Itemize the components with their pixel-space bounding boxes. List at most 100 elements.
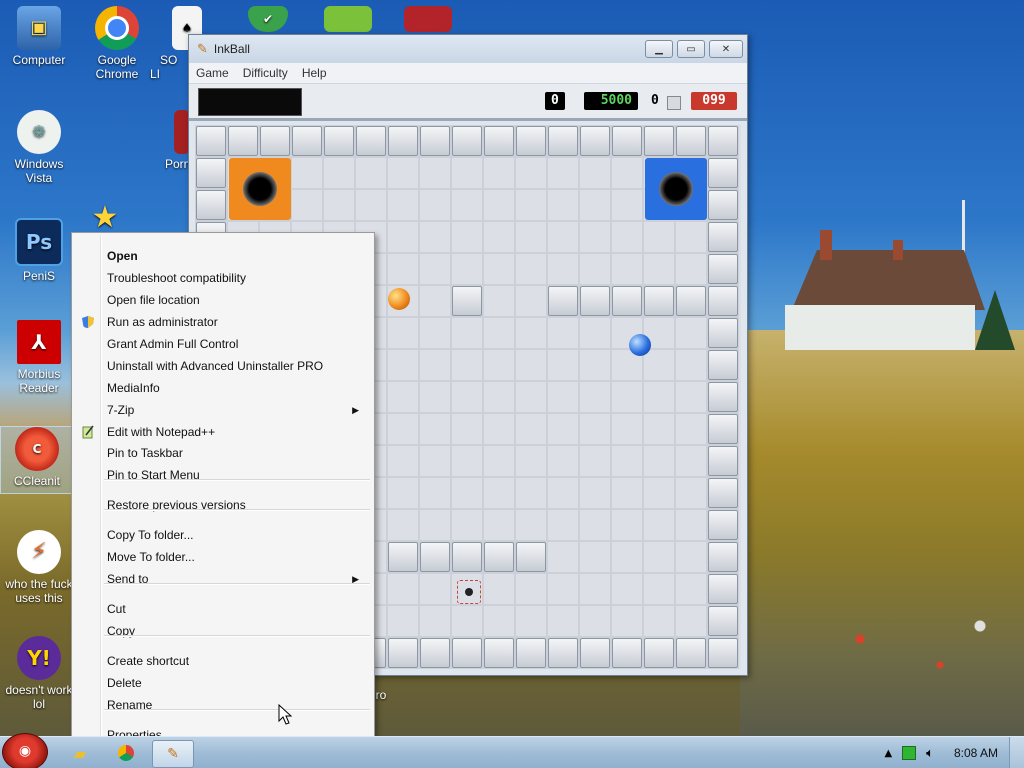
bird-icon	[404, 6, 452, 32]
volume-icon[interactable]: 🔈︎	[926, 746, 934, 761]
desktop-icon-star[interactable]: ★	[80, 200, 130, 235]
menu-item-troubleshoot-compatibility[interactable]: Troubleshoot compatibility	[75, 267, 369, 289]
desktop-icon-label: PeniS	[22, 269, 56, 283]
menu-help[interactable]: Help	[295, 66, 334, 80]
close-button[interactable]: ✕	[709, 40, 743, 58]
menu-item-pin-to-start-menu[interactable]: Pin to Start Menu	[75, 464, 369, 486]
menu-item-mediainfo[interactable]: MediaInfo	[75, 377, 369, 399]
menu-bar: Game Difficulty Help	[189, 63, 747, 84]
network-icon[interactable]	[902, 746, 917, 760]
board-cell	[291, 189, 323, 221]
desktop-icon-angry-birds[interactable]	[318, 6, 378, 35]
wall-block	[356, 126, 386, 156]
board-cell	[547, 445, 579, 477]
menu-item-send-to[interactable]: Send to ▶	[75, 568, 369, 590]
wall-block	[484, 638, 514, 668]
menu-item-open[interactable]: Open	[75, 245, 369, 267]
desktop-icon-game[interactable]	[398, 6, 458, 35]
desktop-icon-shield[interactable]: ✔	[238, 6, 298, 35]
board-cell	[387, 509, 419, 541]
desktop-icon-chrome[interactable]: Google Chrome	[78, 6, 156, 81]
minimize-button[interactable]: ▁	[645, 40, 673, 58]
menu-item-cut[interactable]: Cut	[75, 598, 369, 620]
menu-item-grant-admin-full-control[interactable]: Grant Admin Full Control	[75, 333, 369, 355]
menu-item-restore-previous-versions[interactable]: Restore previous versions	[75, 494, 369, 516]
board-cell	[419, 285, 451, 317]
board-cell	[483, 573, 515, 605]
wall-block	[676, 638, 706, 668]
star-icon: ★	[91, 200, 119, 235]
clock[interactable]: 8:08 AM	[954, 746, 998, 760]
menu-item-run-as-administrator[interactable]: Run as administrator	[75, 311, 369, 333]
ccleaner-icon: C	[15, 427, 59, 471]
taskbar-explorer-button[interactable]: ▰	[60, 740, 100, 766]
board-cell	[643, 381, 675, 413]
start-button[interactable]: ◉	[2, 733, 48, 768]
board-cell	[643, 509, 675, 541]
wall-block	[452, 126, 482, 156]
gray-hole	[457, 580, 481, 604]
menu-item-label: Troubleshoot compatibility	[107, 271, 246, 285]
menu-item-label: Edit with Notepad++	[107, 425, 216, 439]
wall-block	[228, 126, 258, 156]
menu-item-delete[interactable]: Delete	[75, 672, 369, 694]
board-cell	[387, 477, 419, 509]
taskbar-chrome-button[interactable]	[106, 740, 146, 766]
menu-item-label: Open	[107, 249, 138, 263]
desktop-icon-photoshop[interactable]: Ps PeniS	[0, 218, 78, 283]
desktop-icon-label: Windows Vista	[14, 157, 64, 185]
desktop-icon-winamp[interactable]: ⚡ who the fuck uses this	[0, 530, 78, 605]
board-cell	[611, 157, 643, 189]
board-cell	[355, 189, 387, 221]
board-cell	[643, 413, 675, 445]
menu-item-copy-to-folder[interactable]: Copy To folder...	[75, 524, 369, 546]
board-cell	[451, 189, 483, 221]
desktop-icon-porn[interactable]: Porn	[158, 110, 192, 171]
menu-item-open-file-location[interactable]: Open file location	[75, 289, 369, 311]
points-counter: 5000	[584, 92, 638, 110]
board-cell	[643, 605, 675, 637]
show-hidden-icons-icon[interactable]: ▲	[884, 748, 892, 759]
desktop-icon-computer[interactable]: ▣ Computer	[0, 6, 78, 67]
board-cell	[483, 221, 515, 253]
menu-game[interactable]: Game	[189, 66, 236, 80]
board-cell	[483, 189, 515, 221]
menu-item-copy[interactable]: Copy	[75, 620, 369, 642]
menu-item-rename[interactable]: Rename	[75, 694, 369, 716]
pig-icon	[324, 6, 372, 32]
desktop-icon-solitaire[interactable]: ♠ SO LI	[150, 6, 202, 81]
wall-block	[516, 542, 546, 572]
board-cell	[291, 157, 323, 189]
menu-item-uninstall-with-advanced-uninstaller-pro[interactable]: Uninstall with Advanced Uninstaller PRO	[75, 355, 369, 377]
desktop-icon-ccleaner[interactable]: C CCleanit	[0, 426, 74, 494]
menu-separator	[104, 479, 370, 481]
board-cell	[675, 413, 707, 445]
desktop-icon-pdf-reader[interactable]: ⅄ Morbius Reader	[0, 320, 78, 395]
title-bar[interactable]: ✎ InkBall ▁ ▭ ✕	[189, 35, 747, 63]
menu-item-create-shortcut[interactable]: Create shortcut	[75, 650, 369, 672]
orange-ball	[388, 288, 410, 310]
maximize-button[interactable]: ▭	[677, 40, 705, 58]
context-menu[interactable]: Open Troubleshoot compatibility Open file …	[71, 232, 375, 742]
board-cell	[515, 605, 547, 637]
wall-block	[644, 286, 674, 316]
wall-block	[644, 638, 674, 668]
menu-item-pin-to-taskbar[interactable]: Pin to Taskbar	[75, 442, 369, 464]
board-cell	[579, 541, 611, 573]
wall-block	[196, 190, 226, 220]
board-cell	[611, 605, 643, 637]
desktop-icon-yahoo-messenger[interactable]: Y! doesn't work lol	[0, 636, 78, 711]
taskbar-inkball-button[interactable]: ✎	[152, 740, 194, 768]
desktop-icon-windows-vista[interactable]: ❁ Windows Vista	[0, 110, 78, 185]
menu-item-edit-with-notepad[interactable]: Edit with Notepad++	[75, 421, 369, 443]
wall-block	[708, 606, 738, 636]
menu-item-move-to-folder[interactable]: Move To folder...	[75, 546, 369, 568]
submenu-arrow-icon: ▶	[352, 574, 359, 584]
wall-block	[708, 350, 738, 380]
menu-difficulty[interactable]: Difficulty	[236, 66, 295, 80]
wall-block	[708, 382, 738, 412]
wall-block	[612, 126, 642, 156]
show-desktop-button[interactable]	[1009, 737, 1024, 768]
menu-item-7-zip[interactable]: 7-Zip ▶	[75, 399, 369, 421]
board-cell	[387, 349, 419, 381]
